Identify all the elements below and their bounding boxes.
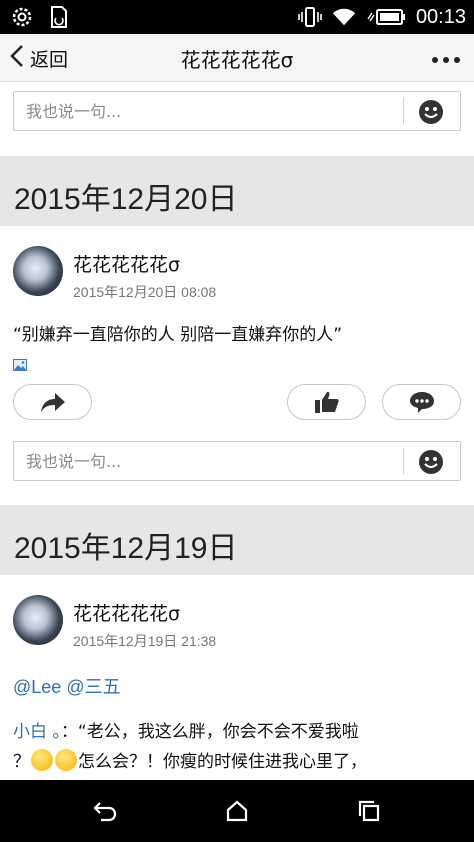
confused-emoji-icon <box>31 749 53 771</box>
status-time: 00:13 <box>415 5 466 28</box>
battery-icon <box>366 5 406 29</box>
speech-bubble-icon <box>409 392 434 413</box>
back-button[interactable]: 返回 <box>8 42 68 74</box>
emoji-button[interactable] <box>418 449 444 475</box>
date-header: 2015年12月20日 <box>0 156 474 226</box>
confused-emoji-icon <box>55 749 77 771</box>
page-title: 花花花花花σ <box>180 48 294 72</box>
post-body-text: ：“老公，我这么胖，你会不会不爱我啦 <box>60 722 359 742</box>
avatar[interactable] <box>13 595 63 645</box>
emoji-button[interactable] <box>418 99 444 125</box>
date-header-text: 2015年12月19日 <box>14 532 238 565</box>
more-icon <box>431 49 461 68</box>
smiley-icon <box>419 450 443 474</box>
post-body-line: 小白 。：“老公，我这么胖，你会不会不爱我啦 <box>13 717 461 747</box>
system-nav-bar <box>0 780 474 842</box>
wifi-icon <box>332 5 356 29</box>
chevron-left-icon <box>8 43 26 73</box>
share-icon <box>40 393 65 412</box>
app-nav-bar: 返回 花花花花花σ <box>0 34 474 82</box>
vibrate-icon <box>298 5 322 29</box>
settings-icon <box>10 5 34 29</box>
comment-button[interactable] <box>382 384 461 420</box>
back-icon[interactable] <box>91 797 119 825</box>
divider <box>403 98 404 124</box>
back-label: 返回 <box>30 48 69 71</box>
share-button[interactable] <box>13 384 92 420</box>
comment-box <box>13 441 461 481</box>
avatar[interactable] <box>13 246 63 296</box>
post-author[interactable]: 花花花花花σ <box>73 599 180 626</box>
thumbs-up-icon <box>314 391 339 413</box>
post-body-text: 怎么会？！你瘦的时候住进我心里了， <box>78 752 367 772</box>
comment-input[interactable] <box>14 92 402 130</box>
post-body-text: ？ <box>13 752 30 772</box>
status-bar: 00:13 <box>0 0 474 34</box>
mention-link[interactable]: @三五 <box>66 677 120 697</box>
date-header: 2015年12月19日 <box>0 505 474 575</box>
image-icon[interactable] <box>13 356 27 371</box>
post-author[interactable]: 花花花花花σ <box>73 250 180 277</box>
home-icon[interactable] <box>223 797 251 825</box>
comment-input[interactable] <box>14 442 402 480</box>
sd-card-icon <box>46 5 70 29</box>
comment-box <box>13 91 461 131</box>
mention-link[interactable]: @Lee <box>13 677 61 697</box>
post-body-name[interactable]: 小白 。 <box>13 722 61 742</box>
date-header-text: 2015年12月20日 <box>14 183 238 216</box>
mentions: @Lee @三五 <box>13 673 121 699</box>
post-timestamp: 2015年12月19日 21:38 <box>73 633 217 649</box>
smiley-icon <box>419 100 443 124</box>
post-timestamp: 2015年12月20日 08:08 <box>73 284 217 300</box>
divider <box>403 448 404 474</box>
post-body-line: ？ 怎么会？！你瘦的时候住进我心里了， <box>13 747 461 777</box>
post-text: “别嫌弃一直陪你的人 别陪一直嫌弃你的人” <box>13 325 343 345</box>
post-body: 小白 。：“老公，我这么胖，你会不会不爱我啦 ？ 怎么会？！你瘦的时候住进我心里了… <box>13 717 461 777</box>
recent-apps-icon[interactable] <box>355 797 383 825</box>
like-button[interactable] <box>287 384 366 420</box>
more-button[interactable] <box>428 44 464 72</box>
